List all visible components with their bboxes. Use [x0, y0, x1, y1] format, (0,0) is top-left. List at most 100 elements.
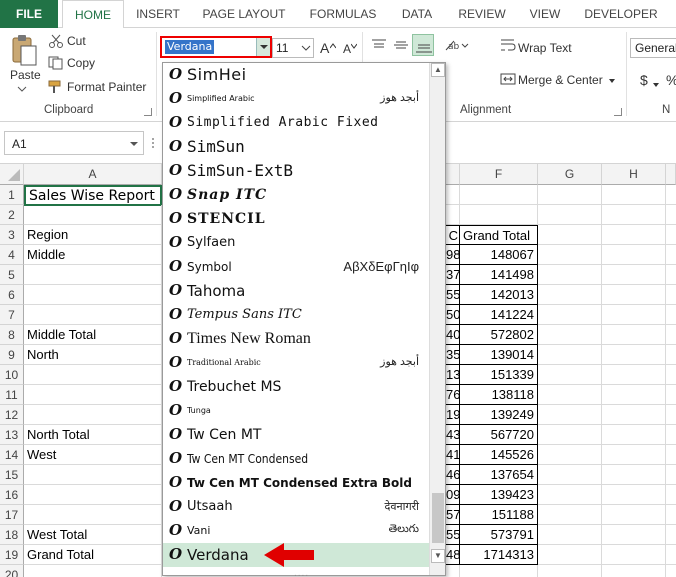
- format-painter-button[interactable]: Format Painter: [67, 80, 146, 94]
- name-box[interactable]: A1: [4, 131, 144, 155]
- tab-developer[interactable]: DEVELOPER: [578, 0, 664, 28]
- font-option[interactable]: O Utsaah देवनागरी: [163, 495, 429, 519]
- cell-h[interactable]: [602, 405, 666, 425]
- cell-f[interactable]: 138118: [460, 385, 538, 405]
- cell-g[interactable]: [538, 465, 602, 485]
- cell-f[interactable]: 141498: [460, 265, 538, 285]
- cell-h[interactable]: [602, 365, 666, 385]
- cell-a[interactable]: [24, 265, 162, 285]
- cell-f[interactable]: 139014: [460, 345, 538, 365]
- cell-i[interactable]: [666, 265, 676, 285]
- cell-h[interactable]: [602, 465, 666, 485]
- font-option[interactable]: O Tw Cen MT: [163, 423, 429, 447]
- cell-h[interactable]: [602, 565, 666, 577]
- scroll-up-icon[interactable]: ▲: [431, 63, 445, 77]
- cell-i[interactable]: [666, 185, 676, 205]
- row-header[interactable]: 9: [0, 345, 24, 365]
- cell-a[interactable]: Region: [24, 225, 162, 245]
- font-option[interactable]: O STENCIL: [163, 207, 429, 231]
- cell-g[interactable]: [538, 225, 602, 245]
- cell-f[interactable]: 139423: [460, 485, 538, 505]
- cell-g[interactable]: [538, 305, 602, 325]
- name-box-chevron-icon[interactable]: [129, 138, 139, 152]
- cell-f[interactable]: 151339: [460, 365, 538, 385]
- cell-f[interactable]: [460, 205, 538, 225]
- cell-g[interactable]: [538, 245, 602, 265]
- cell-h[interactable]: [602, 385, 666, 405]
- cell-partial[interactable]: 41: [446, 445, 460, 465]
- cell-partial[interactable]: 40: [446, 325, 460, 345]
- font-option[interactable]: O Traditional Arabic أبجد هوز: [163, 351, 429, 375]
- cell-partial[interactable]: [446, 185, 460, 205]
- shrink-font-button[interactable]: A: [343, 42, 351, 56]
- cell-a[interactable]: [24, 485, 162, 505]
- cell-h[interactable]: [602, 325, 666, 345]
- cell-f[interactable]: [460, 185, 538, 205]
- cell-f[interactable]: 573791: [460, 525, 538, 545]
- cell-f[interactable]: 145526: [460, 445, 538, 465]
- select-all-corner[interactable]: [0, 164, 24, 185]
- cell-g[interactable]: [538, 385, 602, 405]
- row-header[interactable]: 5: [0, 265, 24, 285]
- tab-insert[interactable]: INSERT: [128, 0, 188, 28]
- cell-f[interactable]: 139249: [460, 405, 538, 425]
- cell-i[interactable]: [666, 485, 676, 505]
- row-header[interactable]: 14: [0, 445, 24, 465]
- cell-i[interactable]: [666, 405, 676, 425]
- wrap-text-button[interactable]: Wrap Text: [518, 41, 572, 55]
- col-header-c[interactable]: [446, 164, 460, 185]
- cell-f[interactable]: 141224: [460, 305, 538, 325]
- cell-a[interactable]: [24, 565, 162, 577]
- copy-button[interactable]: Copy: [67, 56, 95, 70]
- cell-i[interactable]: [666, 305, 676, 325]
- cell-h[interactable]: [602, 505, 666, 525]
- font-option[interactable]: O Tw Cen MT Condensed: [163, 447, 429, 471]
- row-header[interactable]: 1: [0, 185, 24, 205]
- tab-review[interactable]: REVIEW: [450, 0, 514, 28]
- cell-g[interactable]: [538, 485, 602, 505]
- cell-i[interactable]: [666, 325, 676, 345]
- dropdown-scrollbar[interactable]: ▲ ▼: [429, 63, 445, 575]
- row-header[interactable]: 7: [0, 305, 24, 325]
- cell-partial[interactable]: 48: [446, 545, 460, 565]
- cell-i[interactable]: [666, 205, 676, 225]
- scrollbar-thumb[interactable]: [432, 493, 444, 543]
- cell-f[interactable]: 142013: [460, 285, 538, 305]
- cell-a[interactable]: West Total: [24, 525, 162, 545]
- merge-center-button[interactable]: Merge & Center: [518, 73, 603, 87]
- align-top-icon[interactable]: [370, 38, 388, 52]
- font-option[interactable]: O Simplified Arabic Fixed: [163, 111, 429, 135]
- cell-g[interactable]: [538, 445, 602, 465]
- row-header[interactable]: 3: [0, 225, 24, 245]
- cell-partial[interactable]: [446, 565, 460, 577]
- cell-i[interactable]: [666, 425, 676, 445]
- cell-a[interactable]: [24, 405, 162, 425]
- cell-partial[interactable]: 55: [446, 525, 460, 545]
- cell-h[interactable]: [602, 205, 666, 225]
- cell-f[interactable]: Grand Total: [460, 225, 538, 245]
- font-option[interactable]: O Tunga: [163, 399, 429, 423]
- cell-g[interactable]: [538, 345, 602, 365]
- cell-f[interactable]: [460, 565, 538, 577]
- cell-h[interactable]: [602, 285, 666, 305]
- cell-f[interactable]: 151188: [460, 505, 538, 525]
- row-header[interactable]: 13: [0, 425, 24, 445]
- cell-f[interactable]: 148067: [460, 245, 538, 265]
- cell-g[interactable]: [538, 205, 602, 225]
- alignment-launcher-icon[interactable]: [614, 108, 622, 116]
- paste-dropdown-icon[interactable]: [10, 82, 34, 92]
- cell-a[interactable]: North Total: [24, 425, 162, 445]
- cell-h[interactable]: [602, 425, 666, 445]
- resize-grip-icon[interactable]: ....: [294, 568, 309, 577]
- tab-home[interactable]: HOME: [62, 0, 124, 29]
- row-header[interactable]: 11: [0, 385, 24, 405]
- cell-g[interactable]: [538, 525, 602, 545]
- number-format-combobox[interactable]: General: [630, 38, 676, 58]
- tab-file[interactable]: FILE: [0, 0, 58, 28]
- cell-partial[interactable]: 13: [446, 365, 460, 385]
- chevron-down-icon[interactable]: [256, 38, 270, 56]
- cell-partial[interactable]: 46: [446, 465, 460, 485]
- cell-a[interactable]: [24, 505, 162, 525]
- tab-formulas[interactable]: FORMULAS: [300, 0, 386, 28]
- currency-button[interactable]: $: [640, 72, 648, 88]
